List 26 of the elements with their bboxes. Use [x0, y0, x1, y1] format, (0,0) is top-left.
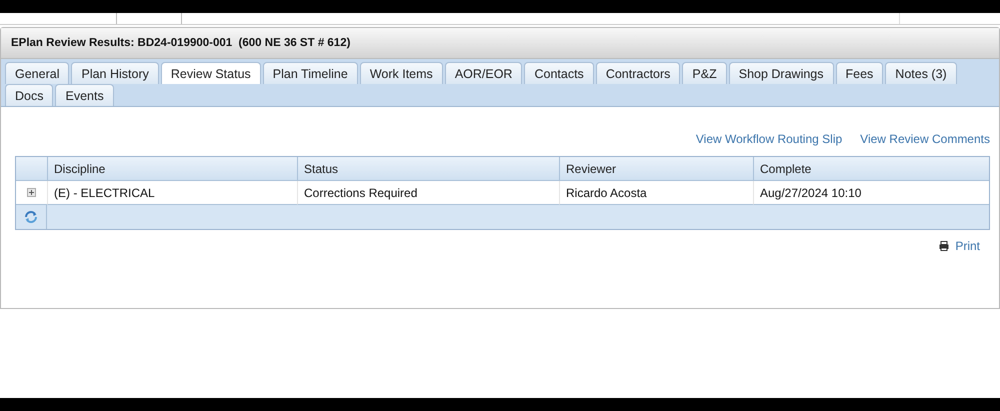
- tab[interactable]: Events: [55, 84, 114, 106]
- tab[interactable]: Contractors: [596, 62, 680, 84]
- tab[interactable]: Shop Drawings: [728, 62, 834, 84]
- tab[interactable]: General: [5, 62, 70, 84]
- column-header[interactable]: Status: [297, 157, 559, 181]
- expand-icon[interactable]: [27, 188, 36, 197]
- refresh-icon[interactable]: [23, 209, 39, 225]
- tab[interactable]: Docs: [5, 84, 54, 106]
- header-corner: [16, 157, 47, 181]
- tab[interactable]: AOR/EOR: [444, 62, 522, 84]
- tab[interactable]: Plan Timeline: [262, 62, 358, 84]
- column-header[interactable]: Discipline: [47, 157, 297, 181]
- tab[interactable]: Review Status: [160, 62, 261, 84]
- tab[interactable]: Notes (3): [885, 62, 957, 84]
- tab[interactable]: Fees: [836, 62, 884, 84]
- column-header[interactable]: Reviewer: [559, 157, 753, 181]
- link[interactable]: View Workflow Routing Slip: [696, 132, 842, 146]
- printer-icon: [939, 241, 950, 251]
- link[interactable]: View Review Comments: [860, 132, 990, 146]
- print-link[interactable]: Print: [939, 239, 980, 253]
- panel-title: EPlan Review Results: BD24-019900-001 (600 NE 36 ST # 612): [11, 37, 350, 49]
- column-header[interactable]: Complete: [753, 157, 989, 181]
- tab[interactable]: Contacts: [524, 62, 594, 84]
- tab[interactable]: P&Z: [682, 62, 727, 84]
- tab[interactable]: Plan History: [71, 62, 159, 84]
- tab[interactable]: Work Items: [360, 62, 443, 84]
